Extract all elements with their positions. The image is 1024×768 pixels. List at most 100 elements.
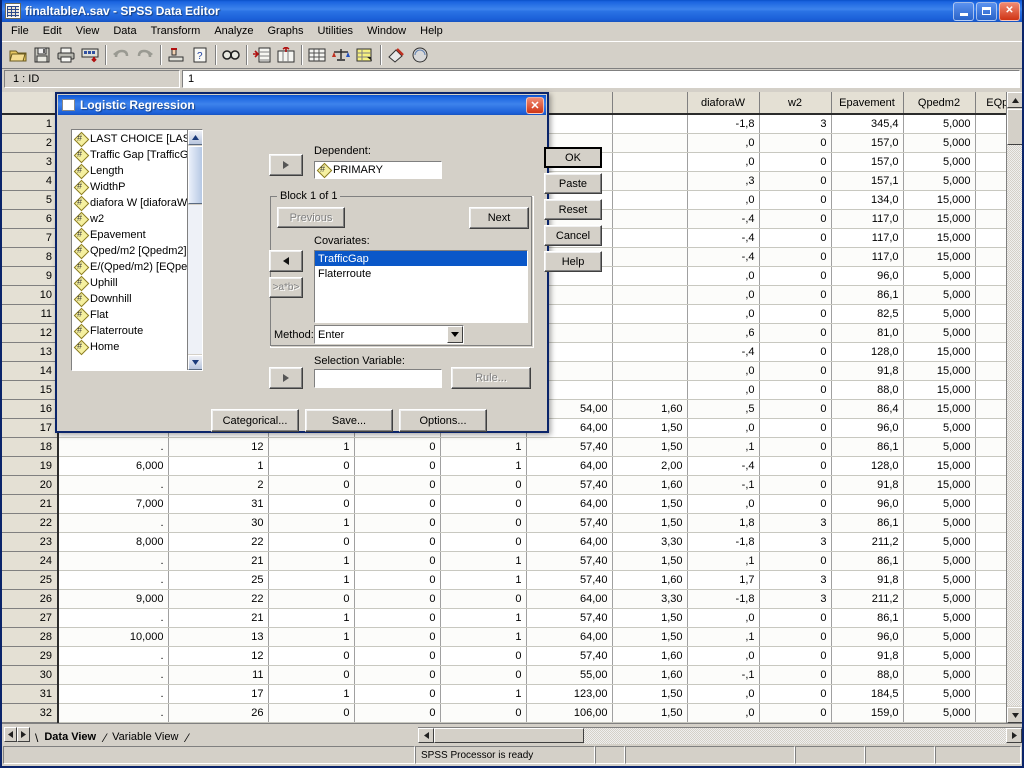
grid-cell[interactable]: 91,8 [831, 646, 904, 666]
menu-view[interactable]: View [69, 23, 107, 39]
grid-cell[interactable]: 157,1 [831, 171, 904, 191]
grid-cell[interactable]: 1,50 [612, 418, 688, 438]
grid-cell[interactable]: 96,0 [831, 418, 904, 438]
grid-cell[interactable]: 0 [759, 646, 832, 666]
options-button[interactable]: Options... [399, 409, 487, 432]
grid-cell[interactable]: 13 [168, 627, 269, 647]
row-header[interactable]: 13 [2, 342, 59, 362]
scroll-down-icon[interactable] [1007, 707, 1022, 723]
row-header[interactable]: 5 [2, 190, 59, 210]
grid-cell[interactable]: 21 [168, 608, 269, 628]
grid-cell[interactable]: 0 [759, 152, 832, 172]
source-variable-item[interactable]: Epavement [73, 227, 202, 243]
reset-button[interactable]: Reset [544, 199, 602, 220]
table-row[interactable]: 29.1200057,401,60,0091,85,00018,3681,000 [2, 646, 1022, 666]
grid-cell[interactable]: 0 [759, 342, 832, 362]
grid-cell[interactable]: ,0 [687, 304, 760, 324]
source-variable-item[interactable]: E/(Qped/m2) [EQpe [73, 259, 202, 275]
grid-cell[interactable]: 5,000 [903, 532, 976, 552]
grid-cell[interactable]: 128,0 [831, 456, 904, 476]
grid-cell[interactable]: -,4 [687, 456, 760, 476]
grid-cell[interactable]: ,0 [687, 703, 760, 723]
row-header[interactable]: 23 [2, 532, 59, 552]
grid-cell[interactable]: 5,000 [903, 133, 976, 153]
grid-cell[interactable]: 5,000 [903, 570, 976, 590]
source-variable-item[interactable]: Uphill [73, 275, 202, 291]
grid-cell[interactable]: 0 [268, 456, 355, 476]
menu-data[interactable]: Data [106, 23, 143, 39]
grid-cell[interactable]: 0 [759, 456, 832, 476]
grid-cell[interactable]: 0 [440, 589, 527, 609]
grid-cell[interactable]: -,4 [687, 342, 760, 362]
grid-cell[interactable]: 0 [759, 418, 832, 438]
grid-cell[interactable]: 22 [168, 589, 269, 609]
grid-cell[interactable]: 5,000 [903, 589, 976, 609]
grid-cell[interactable]: 30 [168, 513, 269, 533]
grid-cell[interactable]: 0 [268, 475, 355, 495]
row-header[interactable]: 31 [2, 684, 59, 704]
grid-cell[interactable]: 88,0 [831, 380, 904, 400]
grid-cell[interactable]: 1 [440, 437, 527, 457]
grid-cell[interactable]: 0 [759, 171, 832, 191]
source-variable-item[interactable]: w2 [73, 211, 202, 227]
grid-cell[interactable]: 5,000 [903, 703, 976, 723]
grid-cell[interactable]: 15,000 [903, 247, 976, 267]
grid-cell[interactable]: 0 [354, 494, 441, 514]
grid-cell[interactable]: 1 [440, 684, 527, 704]
grid-cell[interactable]: 0 [354, 513, 441, 533]
grid-cell[interactable]: 64,00 [526, 494, 613, 514]
grid-cell[interactable]: 57,40 [526, 608, 613, 628]
source-variable-item[interactable]: Traffic Gap [TrafficG [73, 147, 202, 163]
grid-cell[interactable] [612, 152, 688, 172]
grid-cell[interactable] [612, 190, 688, 210]
grid-cell[interactable]: 0 [354, 437, 441, 457]
row-header[interactable]: 26 [2, 589, 59, 609]
categorical-button[interactable]: Categorical... [211, 409, 299, 432]
grid-cell[interactable]: 96,0 [831, 494, 904, 514]
grid-cell[interactable]: 0 [354, 665, 441, 685]
grid-cell[interactable]: 81,0 [831, 323, 904, 343]
grid-cell[interactable]: 17 [168, 684, 269, 704]
grid-cell[interactable]: . [58, 703, 169, 723]
table-row[interactable]: 20.200057,401,60-,1091,815,0006,1231,000 [2, 475, 1022, 495]
grid-cell[interactable]: . [58, 475, 169, 495]
grid-cell[interactable]: . [58, 684, 169, 704]
grid-cell[interactable]: 0 [759, 437, 832, 457]
grid-cell[interactable]: 9,000 [58, 589, 169, 609]
grid-cell[interactable]: 0 [440, 646, 527, 666]
grid-cell[interactable]: 1 [268, 437, 355, 457]
move-to-dependent-button[interactable] [269, 154, 303, 176]
grid-cell[interactable]: -,1 [687, 665, 760, 685]
source-variable-item[interactable]: Downhill [73, 291, 202, 307]
grid-cell[interactable]: 1,7 [687, 570, 760, 590]
grid-cell[interactable] [612, 342, 688, 362]
row-header[interactable]: 28 [2, 627, 59, 647]
grid-cell[interactable]: 0 [354, 475, 441, 495]
row-header[interactable]: 8 [2, 247, 59, 267]
grid-cell[interactable]: 15,000 [903, 361, 976, 381]
grid-cell[interactable]: 31 [168, 494, 269, 514]
grid-cell[interactable]: 1,60 [612, 399, 688, 419]
grid-cell[interactable]: 0 [354, 684, 441, 704]
chevron-down-icon[interactable] [447, 326, 463, 343]
grid-cell[interactable]: 0 [268, 494, 355, 514]
grid-cell[interactable]: 106,00 [526, 703, 613, 723]
menu-help[interactable]: Help [413, 23, 450, 39]
grid-cell[interactable]: 1 [440, 551, 527, 571]
grid-cell[interactable]: 5,000 [903, 266, 976, 286]
grid-cell[interactable]: ,0 [687, 684, 760, 704]
grid-cell[interactable]: 1 [168, 456, 269, 476]
grid-cell[interactable]: 15,000 [903, 475, 976, 495]
grid-cell[interactable]: 184,5 [831, 684, 904, 704]
row-header[interactable]: 25 [2, 570, 59, 590]
menu-graphs[interactable]: Graphs [260, 23, 310, 39]
source-list-scroll-thumb[interactable] [188, 146, 202, 204]
row-header[interactable]: 4 [2, 171, 59, 191]
grid-cell[interactable]: 21 [168, 551, 269, 571]
grid-cell[interactable] [612, 304, 688, 324]
grid-cell[interactable]: 91,8 [831, 475, 904, 495]
grid-cell[interactable]: ,0 [687, 494, 760, 514]
source-variable-item[interactable]: Qped/m2 [Qpedm2] [73, 243, 202, 259]
grid-cell[interactable]: 5,000 [903, 608, 976, 628]
dialog-close-button[interactable]: ✕ [526, 96, 544, 114]
